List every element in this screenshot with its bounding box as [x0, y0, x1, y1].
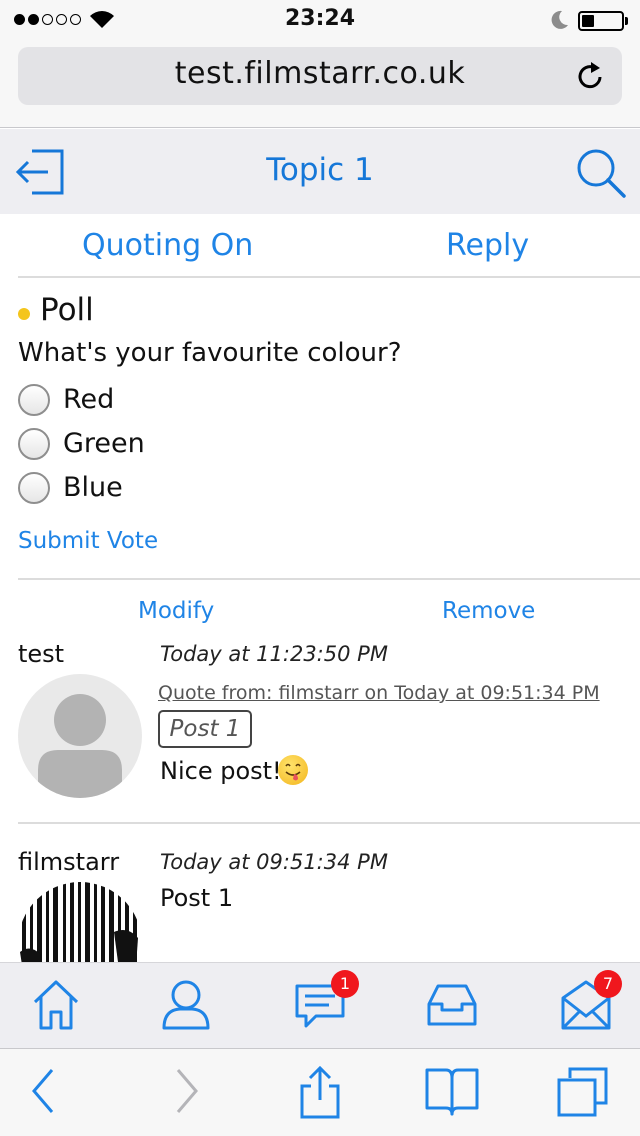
submit-vote-link[interactable]: Submit Vote: [18, 528, 158, 554]
post-timestamp: Today at 11:23:50 PM: [160, 642, 388, 666]
status-time: 23:24: [284, 6, 356, 31]
forward-arrow-icon[interactable]: [172, 1066, 202, 1116]
post-author[interactable]: filmstarr: [18, 848, 119, 876]
profile-icon[interactable]: [160, 978, 212, 1032]
tongue-emoji-icon: [278, 755, 308, 785]
post-body: Post 1: [160, 884, 234, 912]
reply-link[interactable]: Reply: [446, 228, 529, 263]
post-body: Nice post!: [160, 757, 282, 785]
tabs-icon[interactable]: [556, 1066, 610, 1118]
divider: [18, 822, 640, 824]
share-icon[interactable]: [298, 1066, 342, 1120]
quote-source-link[interactable]: Quote from: filmstarr on Today at 09:51:…: [158, 682, 600, 704]
back-arrow-icon[interactable]: [28, 1066, 58, 1116]
post-timestamp: Today at 09:51:34 PM: [160, 850, 388, 874]
divider: [18, 276, 640, 278]
divider: [18, 578, 640, 580]
inbox-icon[interactable]: [426, 978, 478, 1032]
poll-title: Poll: [40, 292, 94, 328]
bookmarks-icon[interactable]: [424, 1066, 480, 1116]
reload-icon[interactable]: [576, 60, 606, 92]
poll-option-label[interactable]: Blue: [63, 472, 123, 503]
quoting-toggle-link[interactable]: Quoting On: [82, 228, 253, 263]
quote-box: Post 1: [158, 710, 252, 748]
battery-icon: [578, 11, 624, 31]
poll-question: What's your favourite colour?: [18, 338, 402, 368]
search-icon[interactable]: [574, 146, 628, 200]
remove-post-link[interactable]: Remove: [442, 598, 535, 624]
poll-option-label[interactable]: Red: [63, 384, 114, 415]
address-url[interactable]: test.filmstarr.co.uk: [18, 56, 622, 91]
poll-option-label[interactable]: Green: [63, 428, 145, 459]
battery-tip: [625, 17, 628, 25]
mail-badge: 7: [594, 970, 622, 998]
messages-badge: 1: [331, 970, 359, 998]
post-author[interactable]: test: [18, 640, 64, 668]
moon-icon: [551, 10, 568, 29]
poll-option-radio-red[interactable]: [18, 384, 50, 416]
poll-status-dot: [18, 308, 30, 320]
default-avatar-icon: [38, 694, 122, 798]
avatar[interactable]: [18, 674, 142, 798]
poll-option-radio-green[interactable]: [18, 428, 50, 460]
poll-option-radio-blue[interactable]: [18, 472, 50, 504]
modify-post-link[interactable]: Modify: [138, 598, 214, 624]
home-icon[interactable]: [32, 978, 80, 1032]
page-title: Topic 1: [266, 152, 374, 188]
